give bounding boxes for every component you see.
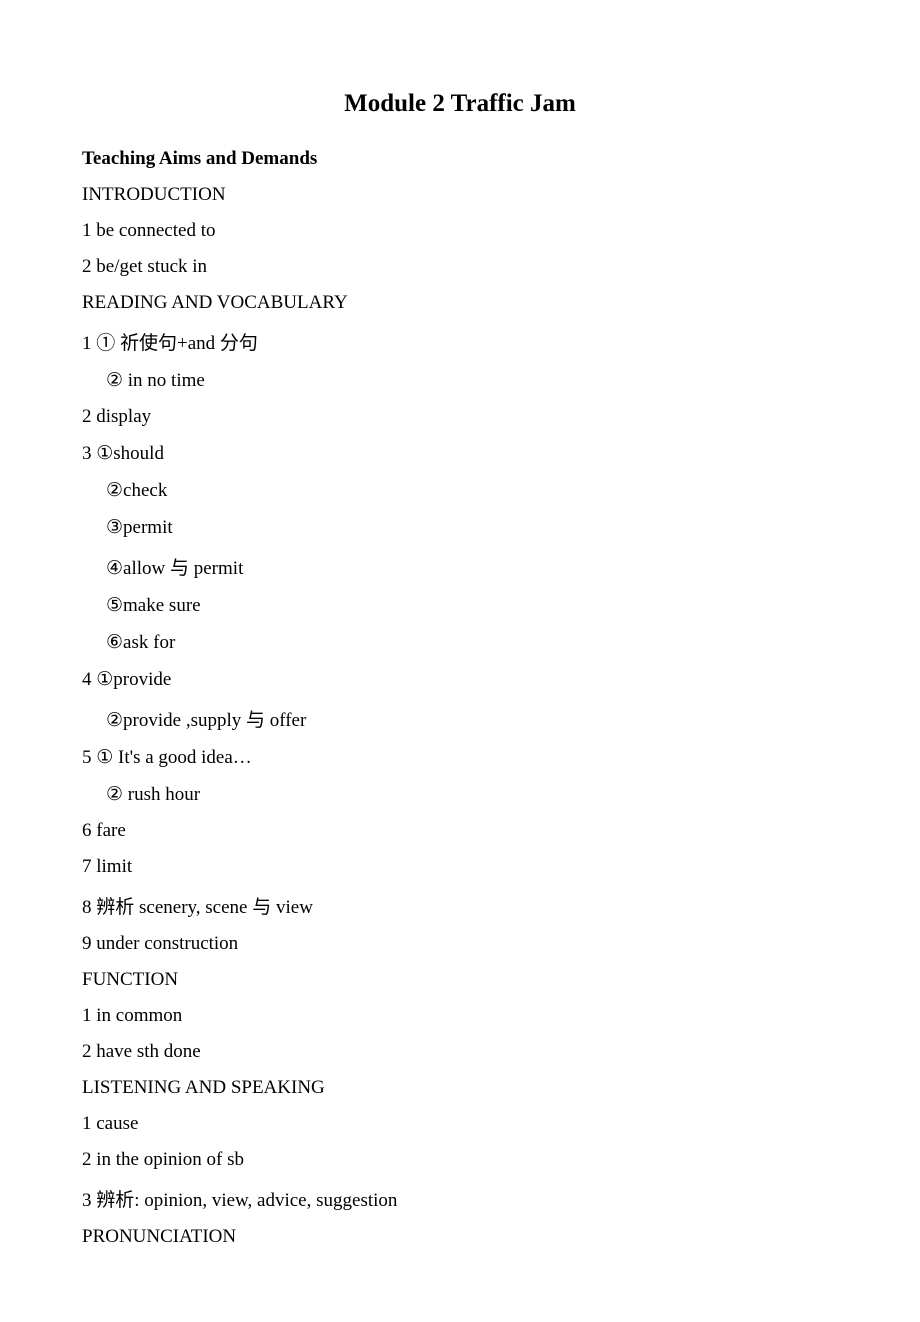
reading-vocabulary-label: READING AND VOCABULARY: [82, 292, 838, 314]
introduction-label: INTRODUCTION: [82, 184, 838, 206]
document-page: Module 2 Traffic Jam Teaching Aims and D…: [0, 0, 920, 1322]
list-item: 3 ①should: [82, 442, 838, 465]
list-item: 2 have sth done: [82, 1041, 838, 1063]
list-item: 2 display: [82, 406, 838, 428]
list-subitem: ②provide ,supply 与 offer: [82, 705, 838, 732]
list-subitem: ⑥ask for: [82, 631, 838, 654]
list-subitem: ④allow 与 permit: [82, 553, 838, 580]
list-subitem: ⑤make sure: [82, 594, 838, 617]
list-item: 9 under construction: [82, 933, 838, 955]
listening-speaking-label: LISTENING AND SPEAKING: [82, 1077, 838, 1099]
list-item: 8 辨析 scenery, scene 与 view: [82, 892, 838, 919]
module-title: Module 2 Traffic Jam: [82, 90, 838, 118]
list-item: 1 in common: [82, 1005, 838, 1027]
list-subitem: ② rush hour: [82, 783, 838, 806]
teaching-aims-heading: Teaching Aims and Demands: [82, 148, 838, 170]
list-item: 1 be connected to: [82, 220, 838, 242]
list-subitem: ③permit: [82, 516, 838, 539]
list-item: 2 in the opinion of sb: [82, 1149, 838, 1171]
list-item: 2 be/get stuck in: [82, 256, 838, 278]
list-subitem: ②check: [82, 479, 838, 502]
function-label: FUNCTION: [82, 969, 838, 991]
list-item: 7 limit: [82, 856, 838, 878]
list-item: 4 ①provide: [82, 668, 838, 691]
list-item: 1 ① 祈使句+and 分句: [82, 328, 838, 355]
list-item: 5 ① It's a good idea…: [82, 746, 838, 769]
list-item: 6 fare: [82, 820, 838, 842]
list-item: 1 cause: [82, 1113, 838, 1135]
list-item: 3 辨析: opinion, view, advice, suggestion: [82, 1185, 838, 1212]
pronunciation-label: PRONUNCIATION: [82, 1226, 838, 1248]
list-subitem: ② in no time: [82, 369, 838, 392]
